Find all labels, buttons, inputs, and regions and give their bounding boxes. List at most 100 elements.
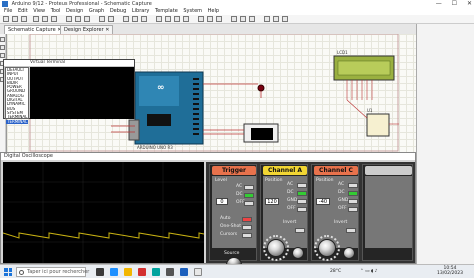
channel-d-header	[365, 166, 412, 175]
channel-a-ac-toggle[interactable]	[297, 183, 307, 188]
paste-icon[interactable]	[141, 16, 147, 22]
block-rotate-icon[interactable]	[174, 16, 180, 22]
block-delete-icon[interactable]	[183, 16, 189, 22]
menu-design[interactable]: Design	[66, 8, 83, 14]
search-tag-icon[interactable]	[240, 16, 246, 22]
trigger-dc-toggle[interactable]	[244, 193, 254, 198]
tray-icons[interactable]: ⌃ ▭ ◖ ♪	[360, 269, 378, 274]
undo-icon[interactable]	[99, 16, 105, 22]
channel-c-mode-off[interactable]: OFF	[338, 206, 347, 211]
ic-u1[interactable]	[366, 113, 390, 137]
taskbar-search-input[interactable]: Taper ici pour rechercher	[16, 267, 89, 277]
terminal-screen[interactable]	[30, 67, 134, 119]
menu-library[interactable]: Library	[132, 8, 149, 14]
task-view-icon[interactable]	[96, 268, 104, 276]
one-shot-button[interactable]: One-Shot	[220, 224, 241, 229]
menu-view[interactable]: View	[33, 8, 45, 14]
channel-a-invert-toggle[interactable]	[295, 228, 305, 233]
auto-button[interactable]: Auto	[220, 216, 230, 221]
channel-c-scale-knob[interactable]	[318, 239, 336, 257]
channel-a-mode-ac[interactable]: AC	[287, 182, 293, 187]
channel-a-mode-off[interactable]: OFF	[287, 206, 296, 211]
clock[interactable]: 10:54 13/02/2023	[430, 266, 470, 276]
store-icon[interactable]	[138, 268, 146, 276]
trigger-mode-ac[interactable]: AC	[236, 184, 242, 189]
channel-c-dc-toggle[interactable]	[348, 191, 358, 196]
make-device-icon[interactable]	[207, 16, 213, 22]
menu-graph[interactable]: Graph	[89, 8, 104, 14]
schematic-icon[interactable]	[42, 16, 48, 22]
terminal-type-list[interactable]: DEFAULT INPUT OUTPUT BIDIR POWER GROUND …	[5, 67, 29, 124]
channel-a-dc-toggle[interactable]	[297, 191, 307, 196]
channel-c-gnd-toggle[interactable]	[348, 199, 358, 204]
tab-schematic-capture[interactable]: Schematic Capture ✕	[4, 25, 66, 34]
channel-c-position-value[interactable]: -40	[316, 198, 330, 205]
block-copy-icon[interactable]	[156, 16, 162, 22]
selection-mode-icon[interactable]	[0, 37, 5, 42]
trigger-off-toggle[interactable]	[244, 201, 254, 206]
menu-edit[interactable]: Edit	[18, 8, 28, 14]
proteus-taskbar-icon[interactable]	[180, 268, 188, 276]
property-tool-icon[interactable]	[249, 16, 255, 22]
menu-tool[interactable]: Tool	[51, 8, 61, 14]
zoom-fit-icon[interactable]	[84, 16, 90, 22]
new-file-icon[interactable]	[3, 16, 9, 22]
edge-icon[interactable]	[110, 268, 118, 276]
channel-c-fine-knob[interactable]	[343, 247, 355, 259]
zoom-out-icon[interactable]	[75, 16, 81, 22]
windows-start-icon[interactable]	[4, 268, 12, 276]
tab-design-explorer[interactable]: Design Explorer ✕	[60, 25, 114, 34]
channel-c-mode-gnd[interactable]: GND	[338, 198, 348, 203]
virtual-terminal-window[interactable]: Virtual Terminal DEFAULT INPUT OUTPUT BI…	[3, 59, 135, 124]
remove-sheet-icon[interactable]	[273, 16, 279, 22]
menu-help[interactable]: Help	[208, 8, 219, 14]
channel-a-position-value[interactable]: 120	[265, 198, 279, 205]
home-icon[interactable]	[33, 16, 39, 22]
cursors-button[interactable]: Cursors	[220, 232, 237, 237]
channel-c-mode-dc[interactable]: DC	[338, 190, 345, 195]
channel-c-off-toggle[interactable]	[348, 207, 358, 212]
channel-a-gnd-toggle[interactable]	[297, 199, 307, 204]
menu-system[interactable]: System	[183, 8, 202, 14]
save-icon[interactable]	[21, 16, 27, 22]
redo-icon[interactable]	[108, 16, 114, 22]
channel-a-mode-gnd[interactable]: GND	[287, 198, 297, 203]
minimize-button[interactable]: —	[436, 0, 442, 7]
cut-icon[interactable]	[123, 16, 129, 22]
trigger-mode-dc[interactable]: DC	[236, 192, 243, 197]
block-move-icon[interactable]	[165, 16, 171, 22]
component-mode-icon[interactable]	[0, 45, 5, 50]
wire-autorouter-icon[interactable]	[231, 16, 237, 22]
menu-debug[interactable]: Debug	[110, 8, 126, 14]
channel-a-off-toggle[interactable]	[297, 207, 307, 212]
close-button[interactable]: ✕	[467, 0, 472, 7]
pick-device-icon[interactable]	[198, 16, 204, 22]
junction-dot-icon[interactable]	[0, 53, 5, 58]
maximize-button[interactable]: ☐	[452, 0, 457, 7]
level-value[interactable]: 0	[216, 198, 228, 205]
zoom-in-icon[interactable]	[66, 16, 72, 22]
arduino-ide-icon[interactable]	[152, 268, 160, 276]
oscilloscope-controls: Trigger Level 0 AC DC OFF Auto One-Shot …	[206, 162, 415, 265]
channel-a-mode-dc[interactable]: DC	[287, 190, 294, 195]
channel-c-mode-ac[interactable]: AC	[338, 182, 344, 187]
pcb-icon[interactable]	[51, 16, 57, 22]
copy-icon[interactable]	[132, 16, 138, 22]
menu-file[interactable]: File	[4, 8, 12, 14]
channel-a-scale-knob[interactable]	[267, 239, 285, 257]
app-icon[interactable]	[194, 268, 202, 276]
channel-a-fine-knob[interactable]	[292, 247, 304, 259]
weather-widget[interactable]: 28°C	[330, 269, 341, 274]
oscilloscope-window[interactable]: Digital Oscilloscope Trigger Level 0 AC …	[0, 152, 416, 265]
channel-c-invert-toggle[interactable]	[346, 228, 356, 233]
file-explorer-icon[interactable]	[124, 268, 132, 276]
open-file-icon[interactable]	[12, 16, 18, 22]
trigger-ac-toggle[interactable]	[244, 185, 254, 190]
packaging-icon[interactable]	[216, 16, 222, 22]
menu-template[interactable]: Template	[155, 8, 178, 14]
list-item-selected[interactable]: TERMINAL	[6, 119, 28, 124]
new-sheet-icon[interactable]	[264, 16, 270, 22]
netlist-icon[interactable]	[282, 16, 288, 22]
app-icon[interactable]	[166, 268, 174, 276]
channel-c-ac-toggle[interactable]	[348, 183, 358, 188]
